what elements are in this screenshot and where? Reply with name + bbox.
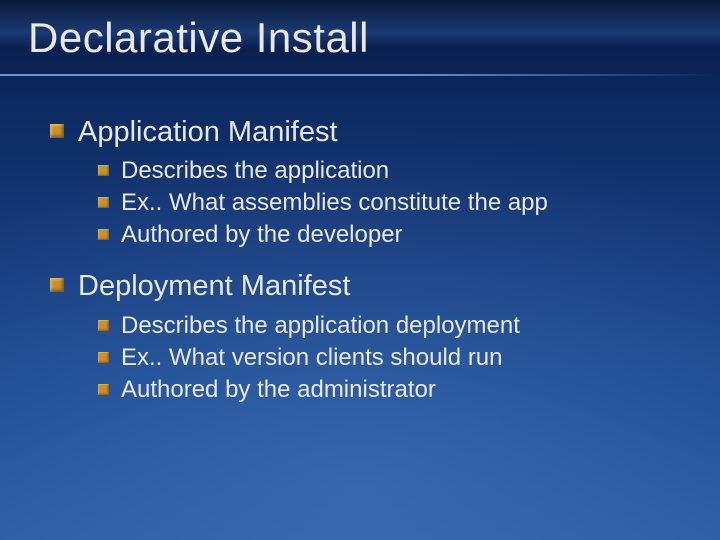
list-item: Deployment Manifest [50,268,690,304]
section-heading: Application Manifest [78,114,338,150]
item-text: Authored by the developer [121,220,403,250]
list-item: Ex.. What assemblies constitute the app [98,188,690,218]
bullet-icon [98,229,109,240]
bullet-icon [98,352,109,363]
section-0: Application Manifest Describes the appli… [50,114,690,250]
list-item: Describes the application [98,156,690,186]
bullet-icon [98,197,109,208]
slide: Declarative Install Application Manifest… [0,0,720,540]
list-item: Describes the application deployment [98,311,690,341]
bullet-icon [98,320,109,331]
item-text: Describes the application [121,156,389,186]
section-heading: Deployment Manifest [78,268,350,304]
list-item: Authored by the developer [98,220,690,250]
item-text: Authored by the administrator [121,375,436,405]
list-item: Authored by the administrator [98,375,690,405]
bullet-icon [98,384,109,395]
bullet-icon [50,124,64,138]
bullet-icon [50,278,64,292]
item-text: Describes the application deployment [121,311,520,341]
slide-content: Application Manifest Describes the appli… [50,108,690,423]
list-item: Application Manifest [50,114,690,150]
item-text: Ex.. What version clients should run [121,343,503,373]
section-1: Deployment Manifest Describes the applic… [50,268,690,404]
slide-title: Declarative Install [28,14,369,62]
bullet-icon [98,165,109,176]
item-text: Ex.. What assemblies constitute the app [121,188,548,218]
list-item: Ex.. What version clients should run [98,343,690,373]
title-underline [0,74,720,76]
